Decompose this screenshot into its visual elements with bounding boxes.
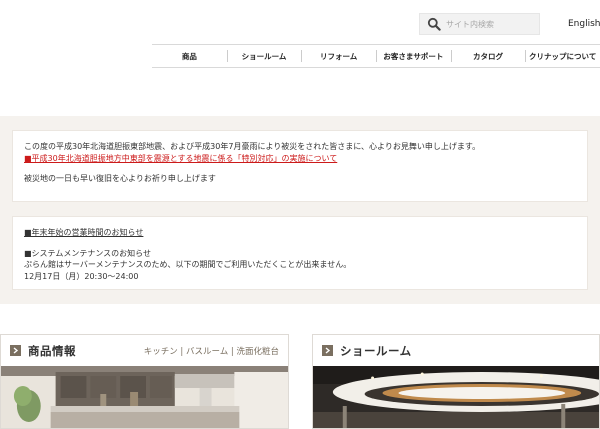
maintenance-notice: ■年末年始の営業時間のお知らせ ■システムメンテナンスのお知らせ ぷらん館はサー… [12,216,588,290]
nav-item-reform[interactable]: リフォーム [301,45,376,67]
products-card[interactable]: 商品情報 キッチン | バスルーム | 洗面化粧台 [0,334,289,429]
search-icon[interactable] [427,17,441,31]
showroom-card-header[interactable]: ショールーム [313,335,599,366]
maintenance-period: 12月17日（月）20:30～24:00 [24,271,139,281]
showroom-card[interactable]: ショールーム [312,334,600,429]
nav-item-catalog[interactable]: カタログ [450,45,526,67]
search-input[interactable] [446,16,536,32]
nav-item-products[interactable]: 商品 [152,45,227,67]
chevron-right-icon [10,345,21,356]
maintenance-body: ぷらん館はサーバーメンテナンスのため、以下の期間でご利用いただくことが出来ません… [24,260,352,269]
special-support-link[interactable]: ■平成30年北海道胆振地方中東部を震源とする地震に係る「特別対応」の実施について [24,154,337,163]
top-bar: English [0,0,600,44]
showroom-card-title: ショールーム [340,343,412,358]
nav-item-about[interactable]: クリナップについて [525,45,600,67]
kitchen-photo [1,366,288,428]
global-nav: 商品 ショールーム リフォーム お客さまサポート カタログ クリナップについて [152,44,600,68]
products-card-title: 商品情報 [28,343,76,358]
holiday-hours-link[interactable]: ■年末年始の営業時間のお知らせ [24,228,143,237]
nav-item-showroom[interactable]: ショールーム [226,45,302,67]
site-search[interactable] [419,13,540,35]
showroom-photo [313,366,599,428]
disaster-notice: この度の平成30年北海道胆振東部地震、および平成30年7月豪雨により被災をされた… [12,130,588,202]
maintenance-heading: ■システムメンテナンスのお知らせ [24,248,151,258]
english-link[interactable]: English [568,19,600,29]
nav-item-customer-support[interactable]: お客さまサポート [376,45,451,67]
products-category-links[interactable]: キッチン | バスルーム | 洗面化粧台 [144,345,279,357]
products-card-header[interactable]: 商品情報 キッチン | バスルーム | 洗面化粧台 [1,335,288,366]
disaster-message: この度の平成30年北海道胆振東部地震、および平成30年7月豪雨により被災をされた… [24,142,481,151]
chevron-right-icon [322,345,333,356]
disaster-closing: 被災地の一日も早い復旧を心よりお祈り申し上げます [24,174,216,183]
